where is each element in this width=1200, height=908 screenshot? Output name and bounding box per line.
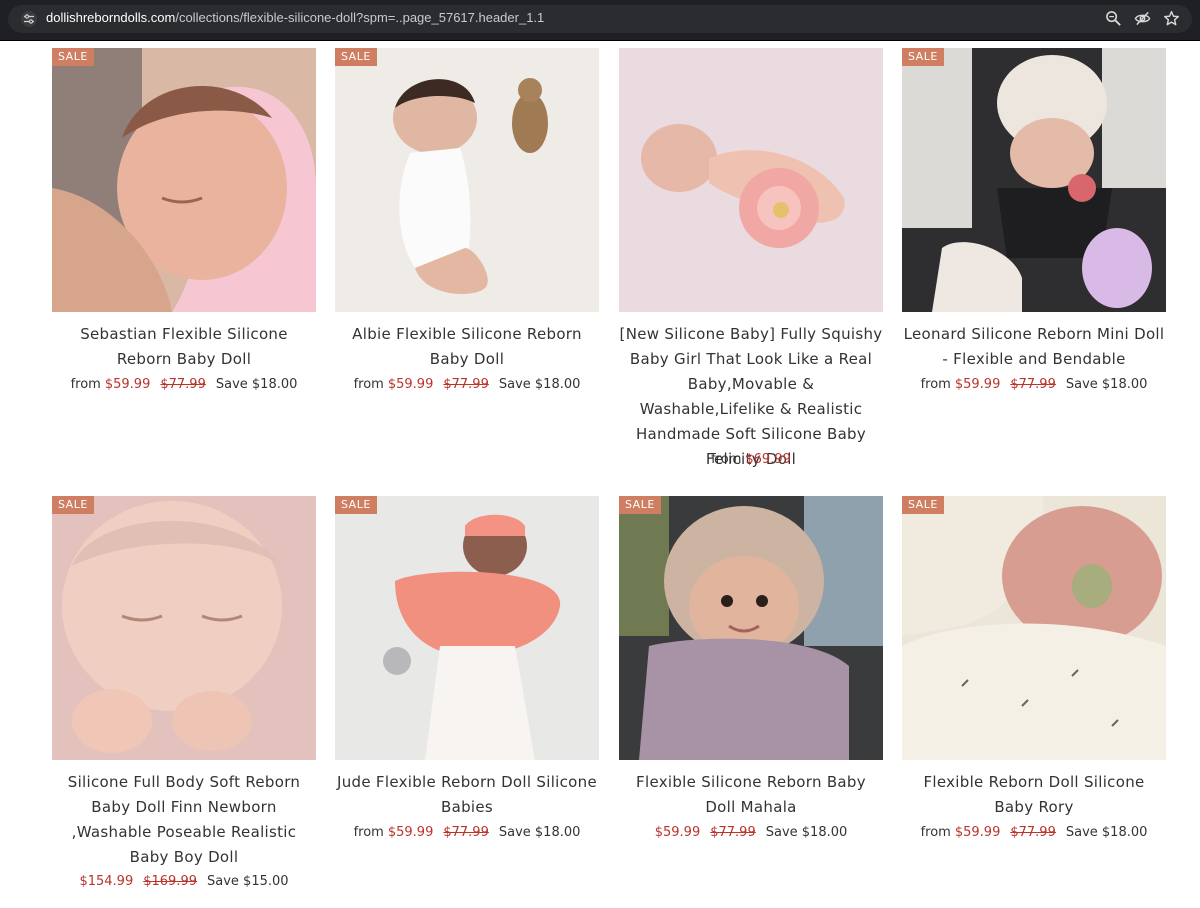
original-price: $77.99 [160, 377, 206, 392]
sale-badge: SALE [335, 48, 377, 66]
url-path: /collections/flexible-silicone-doll?spm=… [175, 10, 545, 25]
product-image[interactable] [619, 496, 883, 760]
sale-badge: SALE [902, 48, 944, 66]
product-image[interactable] [335, 48, 599, 312]
original-price: $77.99 [443, 377, 489, 392]
price-from: from [353, 377, 384, 392]
product-image[interactable] [619, 48, 883, 312]
product-title[interactable]: Silicone Full Body Soft Reborn Baby Doll… [52, 770, 316, 870]
sale-price: $59.99 [387, 377, 434, 392]
original-price: $169.99 [143, 874, 197, 889]
product-image[interactable] [902, 48, 1166, 312]
product-title[interactable]: Jude Flexible Reborn Doll Silicone Babie… [335, 770, 599, 820]
product-image[interactable] [335, 496, 599, 760]
price-row: from $59.99 $77.99 Save $18.00 [902, 377, 1166, 392]
price-row: $59.99 $77.99 Save $18.00 [619, 825, 883, 840]
site-info-icon[interactable] [21, 11, 37, 27]
zoom-icon[interactable] [1105, 10, 1122, 27]
product-title[interactable]: Leonard Silicone Reborn Mini Doll - Flex… [902, 322, 1166, 372]
price-from: from [353, 825, 384, 840]
product-image[interactable] [52, 48, 316, 312]
price-row: from $69.99 [619, 452, 883, 467]
save-amount: Save $15.00 [207, 874, 289, 889]
product-title[interactable]: Albie Flexible Silicone Reborn Baby Doll [335, 322, 599, 372]
sale-price: $69.99 [745, 452, 791, 467]
product-title[interactable]: Sebastian Flexible Silicone Reborn Baby … [52, 322, 316, 372]
star-icon[interactable] [1163, 10, 1180, 27]
original-price: $77.99 [710, 825, 756, 840]
save-amount: Save $18.00 [765, 825, 848, 840]
product-title[interactable]: Flexible Silicone Reborn Baby Doll Mahal… [619, 770, 883, 820]
sale-badge: SALE [52, 48, 94, 66]
url-text[interactable]: dollishreborndolls.com/collections/flexi… [46, 10, 544, 25]
original-price: $77.99 [1010, 377, 1056, 392]
product-title[interactable]: [New Silicone Baby] Fully Squishy Baby G… [619, 322, 883, 472]
sale-price: $59.99 [654, 825, 701, 840]
price-row: from $59.99 $77.99 Save $18.00 [335, 825, 599, 840]
sale-price: $154.99 [79, 874, 134, 889]
original-price: $77.99 [1010, 825, 1056, 840]
price-from: from [920, 825, 951, 840]
price-from: from [711, 452, 742, 467]
sale-price: $59.99 [954, 377, 1001, 392]
address-bar[interactable]: dollishreborndolls.com/collections/flexi… [8, 5, 1192, 33]
product-grid: SALE Sebastian Flexible Silicone Reborn … [0, 40, 1200, 908]
product-image[interactable] [902, 496, 1166, 760]
product-title[interactable]: Flexible Reborn Doll Silicone Baby Rory [902, 770, 1166, 820]
price-from: from [920, 377, 951, 392]
original-price: $77.99 [443, 825, 489, 840]
browser-toolbar: dollishreborndolls.com/collections/flexi… [0, 0, 1200, 41]
url-host: dollishreborndolls.com [46, 10, 176, 25]
save-amount: Save $18.00 [1065, 825, 1148, 840]
save-amount: Save $18.00 [1065, 377, 1148, 392]
sale-price: $59.99 [104, 377, 151, 392]
save-amount: Save $18.00 [215, 377, 298, 392]
price-row: $154.99 $169.99 Save $15.00 [52, 874, 316, 889]
eye-slash-icon[interactable] [1134, 10, 1151, 27]
product-image[interactable] [52, 496, 316, 760]
sale-price: $59.99 [954, 825, 1001, 840]
price-from: from [70, 377, 101, 392]
sale-badge: SALE [52, 496, 94, 514]
sale-badge: SALE [902, 496, 944, 514]
sale-price: $59.99 [387, 825, 434, 840]
sale-badge: SALE [619, 496, 661, 514]
save-amount: Save $18.00 [498, 377, 581, 392]
price-row: from $59.99 $77.99 Save $18.00 [335, 377, 599, 392]
price-row: from $59.99 $77.99 Save $18.00 [902, 825, 1166, 840]
sale-badge: SALE [335, 496, 377, 514]
save-amount: Save $18.00 [498, 825, 581, 840]
price-row: from $59.99 $77.99 Save $18.00 [52, 377, 316, 392]
